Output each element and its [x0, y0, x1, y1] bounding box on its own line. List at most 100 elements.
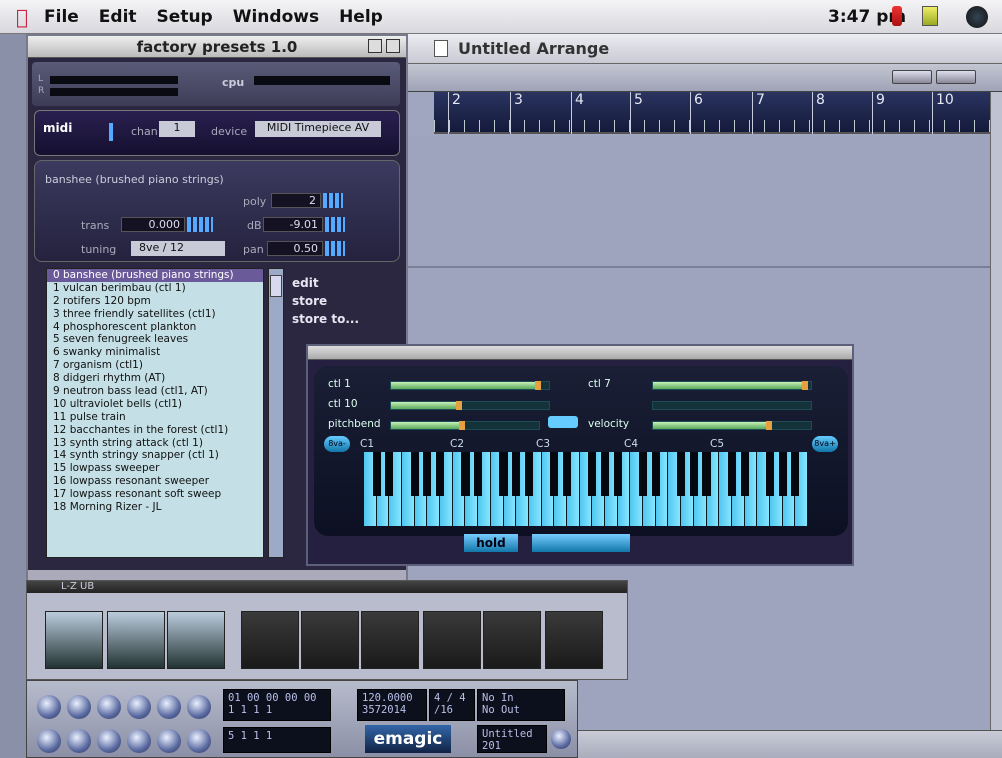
- preset-item[interactable]: 17 lowpass resonant soft sweep: [47, 488, 263, 501]
- velocity-slider-knob[interactable]: [765, 421, 772, 430]
- black-key[interactable]: [727, 452, 736, 496]
- position-display[interactable]: 01 00 00 00 00 1 1 1 1: [223, 689, 331, 721]
- black-key[interactable]: [385, 452, 394, 496]
- black-key[interactable]: [639, 452, 648, 496]
- midi-channel-field[interactable]: 1: [159, 121, 195, 137]
- application-menu-icon[interactable]: [966, 6, 988, 28]
- black-key[interactable]: [702, 452, 711, 496]
- octave-up-button[interactable]: 8va+: [812, 436, 838, 452]
- song-display[interactable]: Untitled 201: [477, 725, 547, 753]
- transpose-field[interactable]: 0.000: [121, 217, 185, 232]
- thumbnail-5[interactable]: [301, 611, 359, 669]
- pan-stepper[interactable]: [325, 241, 345, 256]
- ctl10-slider[interactable]: [390, 401, 550, 410]
- edit-button[interactable]: edit: [292, 276, 359, 290]
- pan-field[interactable]: 0.50: [267, 241, 323, 256]
- zoom-box-icon[interactable]: [368, 39, 382, 53]
- black-key[interactable]: [423, 452, 432, 496]
- ctl1-slider[interactable]: [390, 381, 550, 390]
- hold-button[interactable]: hold: [464, 534, 518, 552]
- thumbnail-6[interactable]: [361, 611, 419, 669]
- ctl7-slider[interactable]: [652, 381, 812, 390]
- locator-display[interactable]: 5 1 1 1: [223, 727, 331, 753]
- preset-item[interactable]: 6 swanky minimalist: [47, 346, 263, 359]
- black-key[interactable]: [499, 452, 508, 496]
- black-key[interactable]: [512, 452, 521, 496]
- black-key[interactable]: [765, 452, 774, 496]
- thumbnail-presets[interactable]: [45, 611, 103, 669]
- preset-item[interactable]: 7 organism (ctl1): [47, 359, 263, 372]
- preset-item[interactable]: 8 didgeri rhythm (AT): [47, 372, 263, 385]
- pitchbend-slider[interactable]: [390, 421, 540, 430]
- zoom-in-button[interactable]: [936, 70, 976, 84]
- black-key[interactable]: [524, 452, 533, 496]
- black-key[interactable]: [410, 452, 419, 496]
- thumbnail-keyboard[interactable]: [107, 611, 165, 669]
- preset-item[interactable]: 13 synth string attack (ctl 1): [47, 437, 263, 450]
- menu-file[interactable]: File: [44, 7, 79, 27]
- preset-item[interactable]: 4 phosphorescent plankton: [47, 321, 263, 334]
- preset-item[interactable]: 10 ultraviolet bells (ctl1): [47, 398, 263, 411]
- thumbnail-8[interactable]: [483, 611, 541, 669]
- bar-ruler[interactable]: 2 3 4 5 6 7 8 9 10: [434, 92, 1000, 134]
- black-key[interactable]: [372, 452, 381, 496]
- thumbnail-7[interactable]: [423, 611, 481, 669]
- poly-field[interactable]: 2: [271, 193, 321, 208]
- pause-button[interactable]: [67, 695, 91, 719]
- octave-down-button[interactable]: 8va-: [324, 436, 350, 452]
- modwheel-button[interactable]: [532, 534, 630, 552]
- preset-item[interactable]: 2 rotifers 120 bpm: [47, 295, 263, 308]
- arrange-title-bar[interactable]: Untitled Arrange: [406, 34, 1002, 64]
- metronome-button[interactable]: [187, 729, 211, 753]
- preset-item[interactable]: 14 synth stringy snapper (ctl 1): [47, 449, 263, 462]
- black-key[interactable]: [791, 452, 800, 496]
- application-switcher-icon[interactable]: [922, 6, 938, 26]
- apple-menu-icon[interactable]: : [0, 5, 44, 29]
- midi-io-display[interactable]: No In No Out: [477, 689, 565, 721]
- velocity-slider[interactable]: [652, 421, 812, 430]
- signature-display[interactable]: 4 / 4 /16: [429, 689, 475, 721]
- black-key[interactable]: [550, 452, 559, 496]
- ctl10-slider-knob[interactable]: [456, 401, 463, 410]
- solo-button[interactable]: [127, 729, 151, 753]
- stop-button[interactable]: [127, 695, 151, 719]
- pitchbend-range-button[interactable]: [548, 416, 578, 428]
- black-key[interactable]: [740, 452, 749, 496]
- pitchbend-slider-knob[interactable]: [459, 421, 465, 430]
- midi-device-field[interactable]: MIDI Timepiece AV: [255, 121, 381, 137]
- vertical-scrollbar[interactable]: [990, 92, 1002, 732]
- drop-button[interactable]: [67, 729, 91, 753]
- preset-item[interactable]: 15 lowpass sweeper: [47, 462, 263, 475]
- preset-item[interactable]: 12 bacchantes in the forest (ctl1): [47, 424, 263, 437]
- black-key[interactable]: [588, 452, 597, 496]
- ctl7-slider-knob[interactable]: [801, 381, 808, 390]
- menu-windows[interactable]: Windows: [233, 7, 319, 27]
- preset-item[interactable]: 9 neutron bass lead (ctl1, AT): [47, 385, 263, 398]
- replace-button[interactable]: [97, 729, 121, 753]
- preset-item[interactable]: 5 seven fenugreek leaves: [47, 333, 263, 346]
- tempo-display[interactable]: 120.0000 3572014: [357, 689, 427, 721]
- piano-keyboard[interactable]: [364, 452, 808, 526]
- preset-item[interactable]: 11 pulse train: [47, 411, 263, 424]
- preset-item[interactable]: 0 banshee (brushed piano strings): [47, 269, 263, 282]
- thumbnail-mixer[interactable]: [167, 611, 225, 669]
- black-key[interactable]: [613, 452, 622, 496]
- thumbnail-4[interactable]: [241, 611, 299, 669]
- scroll-thumb[interactable]: [270, 275, 282, 297]
- menu-edit[interactable]: Edit: [99, 7, 137, 27]
- black-key[interactable]: [461, 452, 470, 496]
- black-key[interactable]: [651, 452, 660, 496]
- menu-setup[interactable]: Setup: [157, 7, 213, 27]
- preset-item[interactable]: 1 vulcan berimbau (ctl 1): [47, 282, 263, 295]
- black-key[interactable]: [677, 452, 686, 496]
- thermometer-icon[interactable]: [892, 6, 902, 26]
- black-key[interactable]: [562, 452, 572, 496]
- store-to-button[interactable]: store to...: [292, 312, 359, 326]
- cycle-button[interactable]: [37, 729, 61, 753]
- preset-item[interactable]: 18 Morning Rizer - JL: [47, 501, 263, 514]
- black-key[interactable]: [689, 452, 698, 496]
- black-key[interactable]: [778, 452, 787, 496]
- sync-button[interactable]: [157, 729, 181, 753]
- tuning-popup[interactable]: 8ve / 12: [131, 241, 225, 256]
- thumbnail-9[interactable]: [545, 611, 603, 669]
